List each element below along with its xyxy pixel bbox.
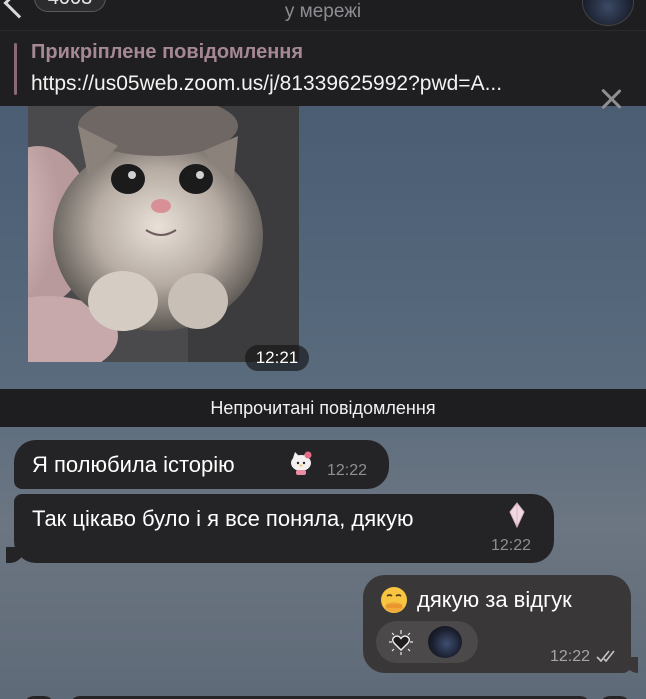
photo-message[interactable]: [28, 106, 299, 362]
outgoing-message[interactable]: дякую за відгук 12:22: [363, 575, 631, 673]
read-checkmarks-icon: [596, 650, 615, 663]
message-text: Так цікаво було і я все поняла, дякую: [32, 506, 414, 531]
input-bar-edge: [0, 690, 646, 699]
incoming-message[interactable]: Я полюбила історію 12:22: [14, 440, 389, 489]
incoming-message[interactable]: Так цікаво було і я все поняла, дякую 12…: [14, 494, 554, 563]
pinned-indicator: [14, 43, 17, 95]
message-time: 12:22: [491, 537, 532, 554]
hello-kitty-icon: [291, 451, 312, 475]
chat-header: 4003 у мережі: [0, 0, 646, 30]
message-text: Я полюбила історію: [32, 452, 235, 477]
message-text: дякую за відгук: [417, 587, 572, 612]
reactions[interactable]: [376, 621, 478, 663]
online-status: у мережі: [284, 1, 362, 22]
reaction-avatar[interactable]: [428, 626, 462, 658]
hand-over-mouth-face-icon: [381, 587, 407, 613]
pinned-text: https://us05web.zoom.us/j/81339625992?pw…: [31, 72, 503, 95]
sparkle-heart-icon[interactable]: [386, 627, 416, 657]
message-time: 12:22: [327, 462, 368, 479]
close-icon[interactable]: [598, 86, 624, 112]
crystal-icon: [509, 502, 525, 528]
message-time: 12:22: [550, 648, 591, 665]
kitten-photo: [28, 106, 299, 362]
pinned-title: Прикріплене повідомлення: [31, 41, 304, 63]
unread-divider: Непрочитані повідомлення: [0, 389, 646, 427]
pinned-message-bar[interactable]: Прикріплене повідомлення https://us05web…: [0, 30, 646, 106]
bubble-tail: [6, 547, 24, 563]
photo-timestamp: 12:21: [245, 345, 309, 371]
